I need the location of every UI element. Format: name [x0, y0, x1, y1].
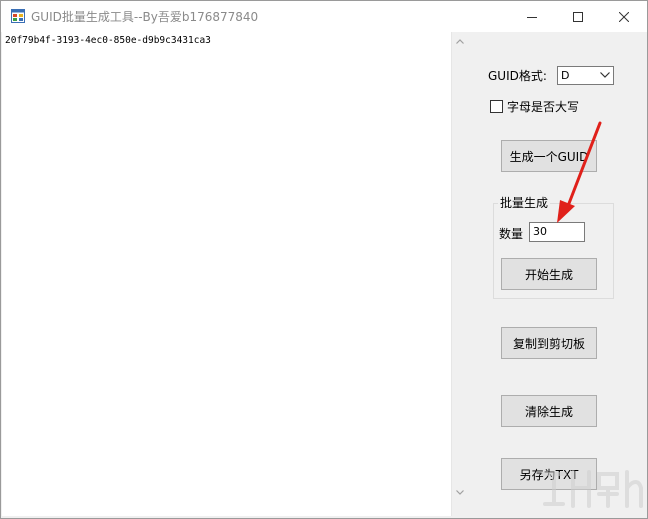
clear-generated-button[interactable]: 清除生成 — [501, 395, 597, 427]
maximize-button[interactable] — [555, 1, 601, 32]
close-icon — [619, 11, 629, 22]
batch-generate-group-title: 批量生成 — [498, 194, 551, 211]
maximize-icon — [573, 11, 583, 22]
watermark-logo — [541, 470, 643, 508]
uppercase-checkbox-label[interactable]: 字母是否大写 — [507, 98, 579, 115]
window-title: GUID批量生成工具--By吾爱b176877840 — [31, 10, 259, 24]
minimize-button[interactable] — [509, 1, 555, 32]
quantity-input[interactable]: 30 — [529, 222, 585, 242]
copy-to-clipboard-button[interactable]: 复制到剪切板 — [501, 327, 597, 359]
guid-output-textarea[interactable]: 20f79b4f-3193-4ec0-850e-d9b9c3431ca3 — [2, 32, 468, 516]
guid-format-value: D — [561, 69, 570, 82]
vertical-scrollbar[interactable] — [451, 32, 468, 516]
scroll-up-icon — [456, 38, 464, 44]
minimize-icon — [527, 16, 537, 18]
scroll-down-icon — [456, 489, 464, 495]
generate-one-button[interactable]: 生成一个GUID — [501, 140, 597, 172]
start-generate-button[interactable]: 开始生成 — [501, 258, 597, 290]
guid-format-label: GUID格式: — [488, 69, 547, 83]
app-window: GUID批量生成工具--By吾爱b176877840 20f79b4f-3193… — [0, 0, 648, 519]
chevron-down-icon — [600, 72, 610, 78]
guid-output-text: 20f79b4f-3193-4ec0-850e-d9b9c3431ca3 — [5, 35, 211, 46]
app-window-icon — [11, 9, 25, 23]
quantity-label: 数量 — [499, 227, 524, 241]
scroll-down-button[interactable] — [452, 484, 468, 500]
scroll-up-button[interactable] — [452, 33, 468, 49]
guid-format-select[interactable]: D — [557, 66, 614, 85]
uppercase-checkbox[interactable] — [490, 100, 503, 113]
close-button[interactable] — [601, 1, 647, 32]
title-bar[interactable]: GUID批量生成工具--By吾爱b176877840 — [1, 1, 647, 32]
